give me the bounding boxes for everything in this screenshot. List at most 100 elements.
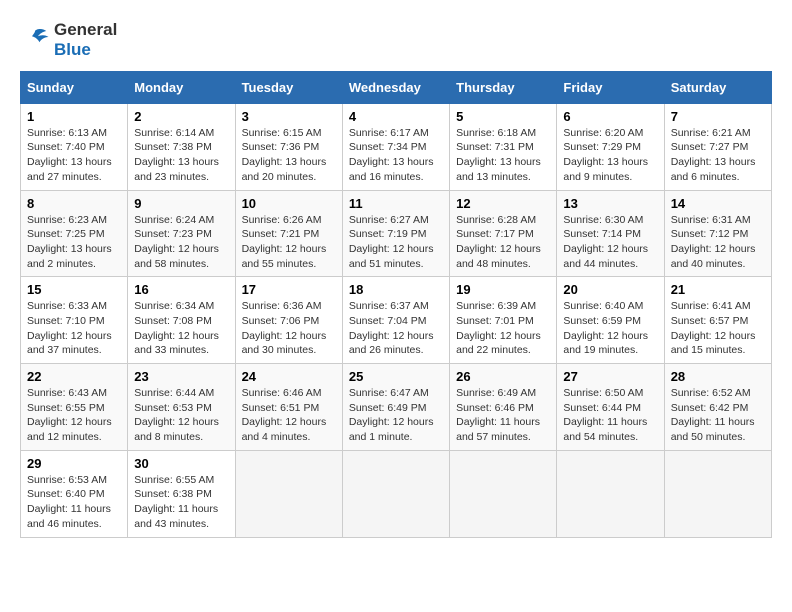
calendar-day-cell: 18 Sunrise: 6:37 AM Sunset: 7:04 PM Dayli…: [342, 277, 449, 364]
day-number: 12: [456, 196, 550, 211]
day-info: Sunrise: 6:24 AM Sunset: 7:23 PM Dayligh…: [134, 213, 228, 272]
day-number: 16: [134, 282, 228, 297]
day-info: Sunrise: 6:52 AM Sunset: 6:42 PM Dayligh…: [671, 386, 765, 445]
calendar-day-cell: 14Sunrise: 6:31 AM Sunset: 7:12 PM Dayli…: [664, 190, 771, 277]
logo-text: General Blue: [54, 20, 117, 61]
day-info: Sunrise: 6:34 AM Sunset: 7:08 PM Dayligh…: [134, 299, 228, 358]
day-info: Sunrise: 6:43 AM Sunset: 6:55 PM Dayligh…: [27, 386, 121, 445]
calendar-day-cell: 7 Sunrise: 6:21 AM Sunset: 7:27 PM Daylig…: [664, 103, 771, 190]
day-number: 29: [27, 456, 121, 471]
calendar-day-cell: [342, 450, 449, 537]
day-number: 10: [242, 196, 336, 211]
day-info: Sunrise: 6:47 AM Sunset: 6:49 PM Dayligh…: [349, 386, 443, 445]
calendar-day-cell: 8Sunrise: 6:23 AM Sunset: 7:25 PM Daylig…: [21, 190, 128, 277]
calendar-week-row: 15 Sunrise: 6:33 AM Sunset: 7:10 PM Dayli…: [21, 277, 772, 364]
day-number: 13: [563, 196, 657, 211]
day-of-week-header: Monday: [128, 71, 235, 103]
day-info: Sunrise: 6:31 AM Sunset: 7:12 PM Dayligh…: [671, 213, 765, 272]
day-info: Sunrise: 6:39 AM Sunset: 7:01 PM Dayligh…: [456, 299, 550, 358]
day-info: Sunrise: 6:23 AM Sunset: 7:25 PM Dayligh…: [27, 213, 121, 272]
day-number: 30: [134, 456, 228, 471]
calendar-day-cell: 3 Sunrise: 6:15 AM Sunset: 7:36 PM Daylig…: [235, 103, 342, 190]
calendar-day-cell: 19 Sunrise: 6:39 AM Sunset: 7:01 PM Dayli…: [450, 277, 557, 364]
day-number: 6: [563, 109, 657, 124]
day-info: Sunrise: 6:50 AM Sunset: 6:44 PM Dayligh…: [563, 386, 657, 445]
day-number: 28: [671, 369, 765, 384]
day-info: Sunrise: 6:20 AM Sunset: 7:29 PM Dayligh…: [563, 126, 657, 185]
day-of-week-header: Friday: [557, 71, 664, 103]
day-of-week-header: Wednesday: [342, 71, 449, 103]
day-number: 24: [242, 369, 336, 384]
calendar-day-cell: 27 Sunrise: 6:50 AM Sunset: 6:44 PM Dayli…: [557, 364, 664, 451]
day-number: 18: [349, 282, 443, 297]
day-number: 17: [242, 282, 336, 297]
day-info: Sunrise: 6:27 AM Sunset: 7:19 PM Dayligh…: [349, 213, 443, 272]
day-number: 25: [349, 369, 443, 384]
calendar-day-cell: 9Sunrise: 6:24 AM Sunset: 7:23 PM Daylig…: [128, 190, 235, 277]
day-number: 2: [134, 109, 228, 124]
calendar-week-row: 1Sunrise: 6:13 AM Sunset: 7:40 PM Daylig…: [21, 103, 772, 190]
day-number: 11: [349, 196, 443, 211]
day-info: Sunrise: 6:41 AM Sunset: 6:57 PM Dayligh…: [671, 299, 765, 358]
calendar-day-cell: [664, 450, 771, 537]
calendar-day-cell: 17 Sunrise: 6:36 AM Sunset: 7:06 PM Dayli…: [235, 277, 342, 364]
calendar-day-cell: 29 Sunrise: 6:53 AM Sunset: 6:40 PM Dayli…: [21, 450, 128, 537]
calendar-day-cell: 21Sunrise: 6:41 AM Sunset: 6:57 PM Dayli…: [664, 277, 771, 364]
calendar-day-cell: 16 Sunrise: 6:34 AM Sunset: 7:08 PM Dayli…: [128, 277, 235, 364]
logo: General Blue: [20, 20, 117, 61]
day-number: 22: [27, 369, 121, 384]
day-number: 26: [456, 369, 550, 384]
day-info: Sunrise: 6:33 AM Sunset: 7:10 PM Dayligh…: [27, 299, 121, 358]
calendar-body: 1Sunrise: 6:13 AM Sunset: 7:40 PM Daylig…: [21, 103, 772, 537]
day-info: Sunrise: 6:44 AM Sunset: 6:53 PM Dayligh…: [134, 386, 228, 445]
calendar-day-cell: 6 Sunrise: 6:20 AM Sunset: 7:29 PM Daylig…: [557, 103, 664, 190]
calendar-day-cell: 4 Sunrise: 6:17 AM Sunset: 7:34 PM Daylig…: [342, 103, 449, 190]
day-number: 19: [456, 282, 550, 297]
calendar-day-cell: 1Sunrise: 6:13 AM Sunset: 7:40 PM Daylig…: [21, 103, 128, 190]
calendar-week-row: 22 Sunrise: 6:43 AM Sunset: 6:55 PM Dayli…: [21, 364, 772, 451]
day-info: Sunrise: 6:30 AM Sunset: 7:14 PM Dayligh…: [563, 213, 657, 272]
logo-icon: [20, 25, 50, 55]
day-of-week-header: Tuesday: [235, 71, 342, 103]
day-info: Sunrise: 6:14 AM Sunset: 7:38 PM Dayligh…: [134, 126, 228, 185]
day-number: 27: [563, 369, 657, 384]
calendar-day-cell: 23 Sunrise: 6:44 AM Sunset: 6:53 PM Dayli…: [128, 364, 235, 451]
page-header: General Blue: [20, 20, 772, 61]
calendar-day-cell: [557, 450, 664, 537]
day-of-week-header: Thursday: [450, 71, 557, 103]
calendar-day-cell: 26 Sunrise: 6:49 AM Sunset: 6:46 PM Dayli…: [450, 364, 557, 451]
calendar-day-cell: 28 Sunrise: 6:52 AM Sunset: 6:42 PM Dayli…: [664, 364, 771, 451]
day-info: Sunrise: 6:36 AM Sunset: 7:06 PM Dayligh…: [242, 299, 336, 358]
day-info: Sunrise: 6:18 AM Sunset: 7:31 PM Dayligh…: [456, 126, 550, 185]
day-info: Sunrise: 6:26 AM Sunset: 7:21 PM Dayligh…: [242, 213, 336, 272]
day-info: Sunrise: 6:28 AM Sunset: 7:17 PM Dayligh…: [456, 213, 550, 272]
day-number: 7: [671, 109, 765, 124]
calendar-week-row: 29 Sunrise: 6:53 AM Sunset: 6:40 PM Dayli…: [21, 450, 772, 537]
calendar-day-cell: [450, 450, 557, 537]
calendar-day-cell: [235, 450, 342, 537]
day-number: 1: [27, 109, 121, 124]
day-info: Sunrise: 6:40 AM Sunset: 6:59 PM Dayligh…: [563, 299, 657, 358]
day-number: 23: [134, 369, 228, 384]
day-info: Sunrise: 6:55 AM Sunset: 6:38 PM Dayligh…: [134, 473, 228, 532]
day-info: Sunrise: 6:17 AM Sunset: 7:34 PM Dayligh…: [349, 126, 443, 185]
calendar-day-cell: 30 Sunrise: 6:55 AM Sunset: 6:38 PM Dayli…: [128, 450, 235, 537]
day-info: Sunrise: 6:21 AM Sunset: 7:27 PM Dayligh…: [671, 126, 765, 185]
day-number: 4: [349, 109, 443, 124]
calendar-day-cell: 25 Sunrise: 6:47 AM Sunset: 6:49 PM Dayli…: [342, 364, 449, 451]
calendar-day-cell: 2 Sunrise: 6:14 AM Sunset: 7:38 PM Daylig…: [128, 103, 235, 190]
calendar-day-cell: 15 Sunrise: 6:33 AM Sunset: 7:10 PM Dayli…: [21, 277, 128, 364]
day-number: 3: [242, 109, 336, 124]
day-info: Sunrise: 6:37 AM Sunset: 7:04 PM Dayligh…: [349, 299, 443, 358]
calendar-week-row: 8Sunrise: 6:23 AM Sunset: 7:25 PM Daylig…: [21, 190, 772, 277]
day-info: Sunrise: 6:15 AM Sunset: 7:36 PM Dayligh…: [242, 126, 336, 185]
calendar-day-cell: 13 Sunrise: 6:30 AM Sunset: 7:14 PM Dayli…: [557, 190, 664, 277]
calendar-day-cell: 22 Sunrise: 6:43 AM Sunset: 6:55 PM Dayli…: [21, 364, 128, 451]
calendar-day-cell: 10 Sunrise: 6:26 AM Sunset: 7:21 PM Dayli…: [235, 190, 342, 277]
day-info: Sunrise: 6:53 AM Sunset: 6:40 PM Dayligh…: [27, 473, 121, 532]
calendar-day-cell: 12 Sunrise: 6:28 AM Sunset: 7:17 PM Dayli…: [450, 190, 557, 277]
day-number: 20: [563, 282, 657, 297]
calendar-day-cell: 24Sunrise: 6:46 AM Sunset: 6:51 PM Dayli…: [235, 364, 342, 451]
day-number: 15: [27, 282, 121, 297]
day-info: Sunrise: 6:49 AM Sunset: 6:46 PM Dayligh…: [456, 386, 550, 445]
